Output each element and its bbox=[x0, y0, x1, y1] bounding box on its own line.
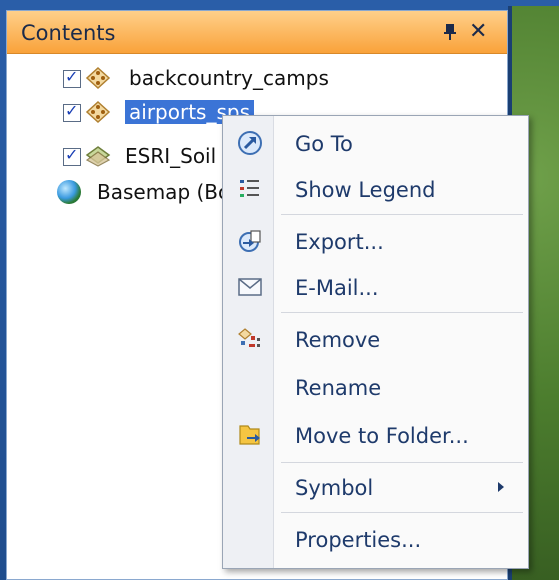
polygon-layer-icon bbox=[85, 146, 111, 167]
menu-item-show-legend[interactable]: Show Legend bbox=[223, 168, 528, 212]
menu-item-move-to-folder[interactable]: Move to Folder... bbox=[223, 414, 528, 458]
menu-item-remove[interactable]: Remove bbox=[223, 318, 528, 362]
menu-item-symbol[interactable]: Symbol bbox=[223, 466, 528, 510]
menu-item-label: Export... bbox=[295, 230, 384, 254]
menu-item-label: Move to Folder... bbox=[295, 424, 469, 448]
panel-title: Contents bbox=[21, 21, 116, 45]
menu-item-label: Show Legend bbox=[295, 178, 436, 202]
menu-item-label: Symbol bbox=[295, 476, 374, 500]
layer-visibility-checkbox[interactable] bbox=[63, 101, 81, 122]
menu-item-export[interactable]: Export... bbox=[223, 220, 528, 264]
layer-label: Basemap (Bc bbox=[97, 180, 230, 204]
close-icon[interactable]: ✕ bbox=[469, 21, 487, 43]
menu-separator bbox=[281, 512, 523, 513]
context-menu: Go To Show Legend Export... E-Mail... Re… bbox=[222, 115, 529, 569]
submenu-arrow-icon bbox=[498, 482, 504, 492]
menu-item-properties[interactable]: Properties... bbox=[223, 518, 528, 562]
panel-header: Contents ✕ bbox=[7, 11, 507, 54]
remove-icon bbox=[238, 328, 260, 347]
zoom-to-icon bbox=[238, 131, 262, 155]
menu-separator bbox=[281, 312, 523, 313]
layer-label: backcountry_camps bbox=[129, 66, 329, 90]
export-icon bbox=[239, 230, 261, 252]
menu-separator bbox=[281, 462, 523, 463]
menu-item-label: E-Mail... bbox=[295, 276, 379, 300]
menu-item-go-to[interactable]: Go To bbox=[223, 122, 528, 166]
layer-visibility-checkbox[interactable] bbox=[63, 67, 81, 88]
layer-visibility-checkbox[interactable] bbox=[63, 145, 81, 166]
menu-item-rename[interactable]: Rename bbox=[223, 366, 528, 410]
layer-row-backcountry-camps[interactable]: backcountry_camps bbox=[63, 63, 363, 93]
app-window: Contents ✕ backcountry_camps bbox=[0, 0, 559, 580]
globe-icon bbox=[57, 180, 81, 204]
point-layer-icon bbox=[85, 100, 111, 124]
menu-item-label: Properties... bbox=[295, 528, 422, 552]
folder-icon bbox=[239, 425, 260, 445]
pin-icon[interactable] bbox=[443, 23, 457, 41]
legend-icon bbox=[240, 180, 259, 197]
point-layer-icon bbox=[85, 66, 111, 90]
menu-item-label: Remove bbox=[295, 328, 381, 352]
email-icon bbox=[238, 278, 262, 296]
menu-item-email[interactable]: E-Mail... bbox=[223, 266, 528, 310]
menu-item-label: Go To bbox=[295, 132, 353, 156]
menu-separator bbox=[281, 214, 523, 215]
layer-label: ESRI_Soil bbox=[125, 144, 217, 168]
menu-item-label: Rename bbox=[295, 376, 382, 400]
